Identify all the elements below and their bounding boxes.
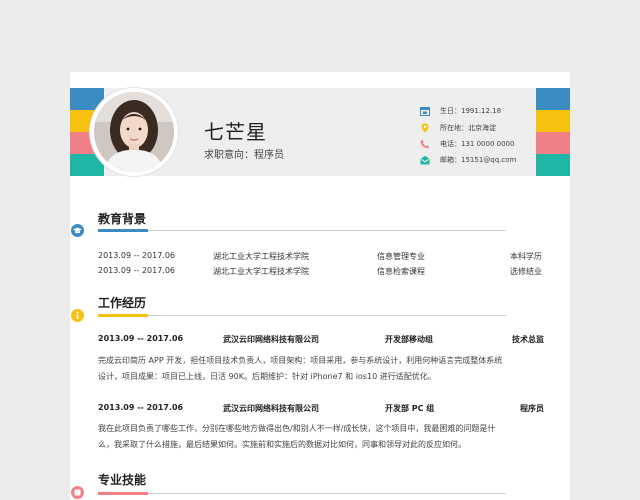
work-title: 工作经历 [98, 296, 147, 310]
job-date: 2013.09 -- 2017.06 [98, 403, 184, 412]
contact-phone: 电话：131 0000 0000 [420, 138, 536, 150]
job-company: 武汉云印网络科技有限公司 [223, 335, 319, 344]
contact-email: 邮箱：15151@qq.com [420, 154, 536, 166]
color-stripe-blue-right [536, 88, 570, 110]
job-intent: 求职意向：程序员 [204, 150, 284, 161]
avatar [94, 92, 174, 172]
calendar-icon [420, 107, 430, 116]
job-role: 程序员 [520, 404, 544, 413]
job-company: 武汉云印网络科技有限公司 [223, 404, 319, 413]
education-title: 教育背景 [98, 212, 147, 226]
work-accent [98, 314, 148, 317]
skills-title: 专业技能 [98, 473, 147, 487]
skills-icon [71, 486, 84, 499]
contact-location: 所在地：北京海淀 [420, 122, 536, 134]
color-stripe-teal-right [536, 154, 570, 176]
location-pin-icon [421, 123, 429, 133]
job-description: 我在此项目负责了哪些工作，分别在哪些地方做得出色/和别人不一样/成长快，这个项目… [98, 424, 496, 449]
phone-text: 电话：131 0000 0000 [440, 140, 515, 148]
job-date: 2013.09 -- 2017.06 [98, 334, 184, 343]
birthday-text: 生日：1991.12.18 [440, 107, 502, 115]
skills-accent [98, 492, 148, 495]
job-description: 完成云印简历 APP 开发，担任项目技术负责人，项目架构：项目采用，参与系统设计… [98, 356, 503, 381]
education-major: 信息检索课程 [377, 267, 425, 276]
education-accent [98, 229, 148, 232]
education-major: 信息管理专业 [377, 252, 425, 261]
job-department: 开发部移动组 [385, 335, 433, 344]
color-stripe-pink-right [536, 132, 570, 154]
envelope-icon [420, 155, 430, 165]
color-stripe-yellow-right [536, 110, 570, 132]
education-degree: 选修结业 [510, 267, 542, 276]
info-icon [71, 309, 84, 322]
work-rule [98, 315, 506, 316]
job-department: 开发部 PC 组 [385, 404, 435, 413]
location-text: 所在地：北京海淀 [440, 124, 496, 132]
education-rule [98, 230, 506, 231]
phone-icon [420, 139, 430, 149]
job-role: 技术总监 [512, 335, 544, 344]
skills-rule [98, 493, 506, 494]
graduation-cap-icon [71, 224, 84, 237]
contact-birthday: 生日：1991.12.18 [420, 105, 536, 117]
education-date: 2013.09 -- 2017.06 [98, 266, 176, 275]
education-school: 湖北工业大学工程技术学院 [213, 252, 309, 261]
candidate-name: 七芒星 [204, 120, 267, 144]
education-date: 2013.09 -- 2017.06 [98, 251, 176, 260]
avatar-frame [90, 88, 178, 176]
resume-page: 七芒星 求职意向：程序员 生日：1991.12.18 所在地：北京海淀 电话：1… [70, 72, 570, 500]
avatar-photo [94, 92, 174, 172]
education-school: 湖北工业大学工程技术学院 [213, 267, 309, 276]
education-degree: 本科学历 [510, 252, 542, 261]
email-text: 邮箱：15151@qq.com [440, 156, 517, 164]
